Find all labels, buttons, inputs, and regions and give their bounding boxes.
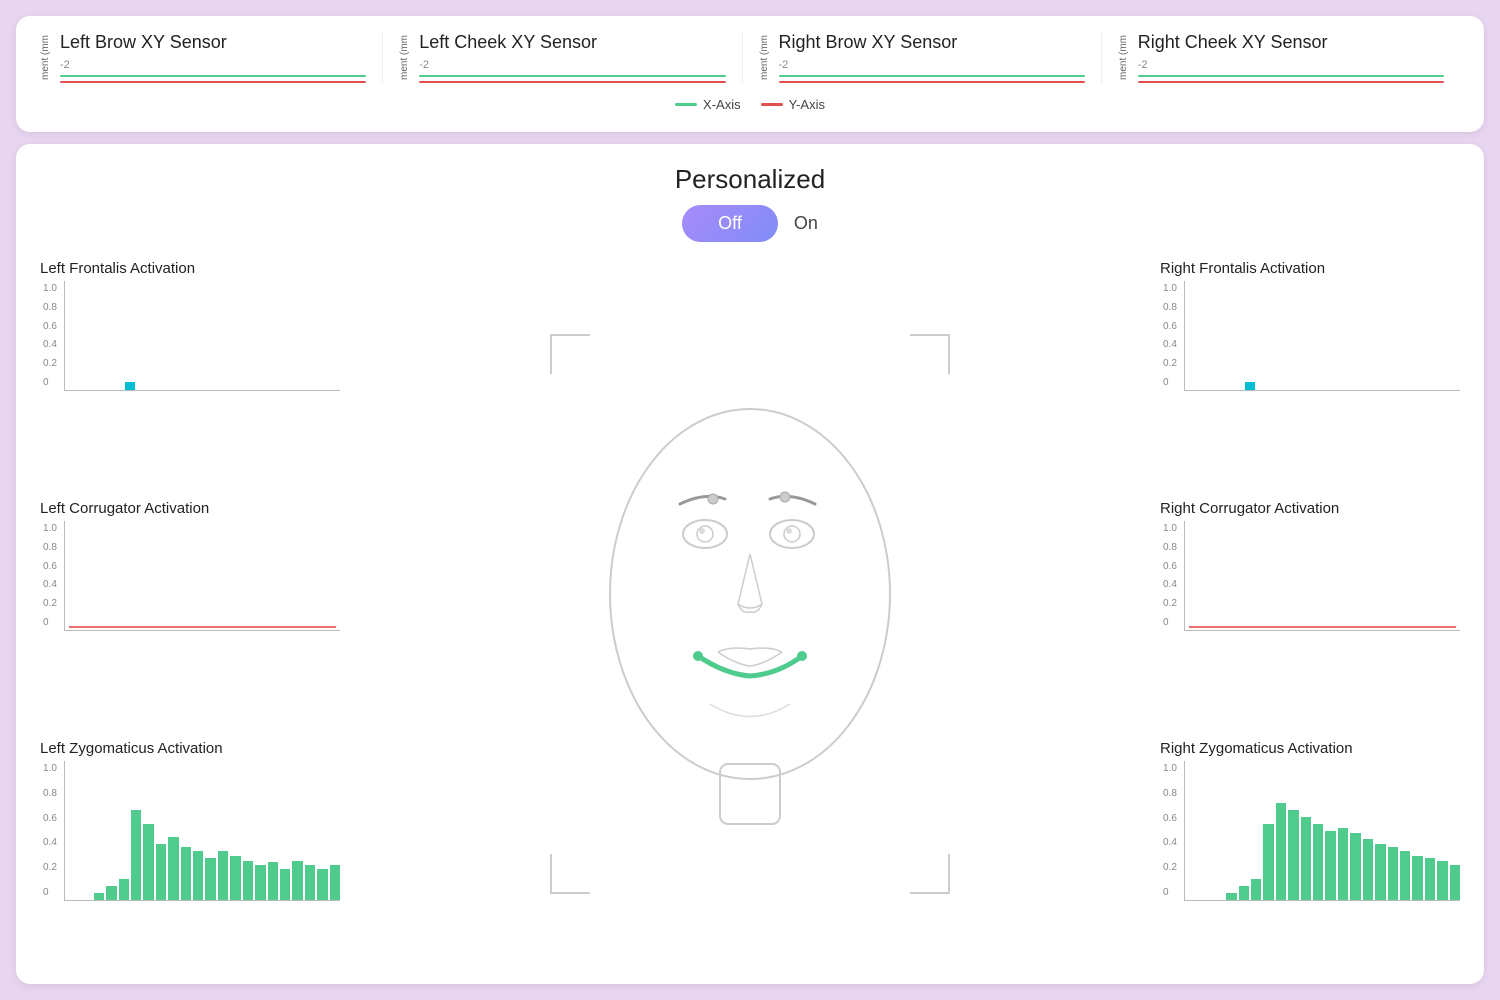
right-brow-y-line bbox=[779, 81, 1085, 83]
right-cheek-content: Right Cheek XY Sensor -2 bbox=[1138, 32, 1444, 83]
right-frontalis-panel: Right Frontalis Activation 1.0 0.8 0.6 0… bbox=[1160, 260, 1460, 488]
right-column: Right Frontalis Activation 1.0 0.8 0.6 0… bbox=[1160, 260, 1460, 968]
left-cheek-x-line bbox=[419, 75, 725, 77]
left-brow-y-line bbox=[60, 81, 366, 83]
right-frontalis-bar bbox=[1245, 382, 1255, 390]
left-zygomaticus-panel: Left Zygomaticus Activation 1.0 0.8 0.6 … bbox=[40, 740, 340, 968]
right-zygomaticus-panel: Right Zygomaticus Activation 1.0 0.8 0.6… bbox=[1160, 740, 1460, 968]
face-svg bbox=[550, 334, 950, 894]
off-toggle-button[interactable]: Off bbox=[682, 205, 778, 242]
left-corrugator-line bbox=[69, 626, 336, 628]
personalized-header: Personalized Off On bbox=[40, 164, 1460, 242]
y-axis-legend: Y-Axis bbox=[761, 97, 825, 112]
left-frontalis-bar bbox=[125, 382, 135, 390]
left-brow-title: Left Brow XY Sensor bbox=[60, 32, 366, 53]
left-brow-y-label: ment (mm bbox=[40, 35, 52, 80]
y-axis-legend-label: Y-Axis bbox=[789, 97, 825, 112]
left-column: Left Frontalis Activation 1.0 0.8 0.6 0.… bbox=[40, 260, 340, 968]
right-zygomaticus-bars bbox=[1189, 761, 1460, 900]
right-corrugator-panel: Right Corrugator Activation 1.0 0.8 0.6 … bbox=[1160, 500, 1460, 728]
right-cheek-y-label: ment (mm bbox=[1118, 35, 1130, 80]
right-brow-x-line bbox=[779, 75, 1085, 77]
left-corrugator-title: Left Corrugator Activation bbox=[40, 500, 340, 517]
left-cheek-content: Left Cheek XY Sensor -2 bbox=[419, 32, 725, 83]
left-brow-axis: -2 bbox=[60, 59, 366, 71]
right-corrugator-line bbox=[1189, 626, 1456, 628]
left-cheek-sensor-block: ment (mm Left Cheek XY Sensor -2 bbox=[382, 32, 741, 83]
left-cheek-y-label: ment (mm bbox=[399, 35, 411, 80]
right-brow-sensor-block: ment (mm Right Brow XY Sensor -2 bbox=[742, 32, 1101, 83]
right-brow-title: Right Brow XY Sensor bbox=[779, 32, 1085, 53]
x-axis-legend-label: X-Axis bbox=[703, 97, 741, 112]
content-area: Left Frontalis Activation 1.0 0.8 0.6 0.… bbox=[40, 260, 1460, 968]
right-brow-axis: -2 bbox=[779, 59, 1085, 71]
left-frontalis-panel: Left Frontalis Activation 1.0 0.8 0.6 0.… bbox=[40, 260, 340, 488]
face-frame bbox=[550, 334, 950, 894]
left-cheek-title: Left Cheek XY Sensor bbox=[419, 32, 725, 53]
x-axis-legend: X-Axis bbox=[675, 97, 741, 112]
left-zygomaticus-bars bbox=[69, 761, 340, 900]
top-sensor-panel: ment (mm Left Brow XY Sensor -2 ment (mm… bbox=[16, 16, 1484, 132]
x-axis-legend-dot bbox=[675, 103, 697, 106]
right-cheek-y-line bbox=[1138, 81, 1444, 83]
left-brow-x-line bbox=[60, 75, 366, 77]
legend-row: X-Axis Y-Axis bbox=[40, 97, 1460, 112]
toggle-row: Off On bbox=[40, 205, 1460, 242]
right-cheek-sensor-block: ment (mm Right Cheek XY Sensor -2 bbox=[1101, 32, 1460, 83]
right-cheek-axis: -2 bbox=[1138, 59, 1444, 71]
on-toggle-label: On bbox=[794, 213, 818, 234]
sensor-row: ment (mm Left Brow XY Sensor -2 ment (mm… bbox=[40, 32, 1460, 83]
right-frontalis-title: Right Frontalis Activation bbox=[1160, 260, 1460, 277]
right-cheek-title: Right Cheek XY Sensor bbox=[1138, 32, 1444, 53]
face-center bbox=[340, 260, 1160, 968]
right-zygomaticus-title: Right Zygomaticus Activation bbox=[1160, 740, 1460, 757]
left-frontalis-title: Left Frontalis Activation bbox=[40, 260, 340, 277]
left-brow-content: Left Brow XY Sensor -2 bbox=[60, 32, 366, 83]
bottom-panel: Personalized Off On Left Frontalis Activ… bbox=[16, 144, 1484, 984]
y-axis-legend-dot bbox=[761, 103, 783, 106]
left-cheek-y-line bbox=[419, 81, 725, 83]
left-brow-sensor-block: ment (mm Left Brow XY Sensor -2 bbox=[40, 32, 382, 83]
personalized-title: Personalized bbox=[40, 164, 1460, 195]
right-brow-content: Right Brow XY Sensor -2 bbox=[779, 32, 1085, 83]
right-brow-y-label: ment (mm bbox=[759, 35, 771, 80]
left-cheek-axis: -2 bbox=[419, 59, 725, 71]
left-corrugator-panel: Left Corrugator Activation 1.0 0.8 0.6 0… bbox=[40, 500, 340, 728]
left-zygomaticus-title: Left Zygomaticus Activation bbox=[40, 740, 340, 757]
right-corrugator-title: Right Corrugator Activation bbox=[1160, 500, 1460, 517]
right-cheek-x-line bbox=[1138, 75, 1444, 77]
